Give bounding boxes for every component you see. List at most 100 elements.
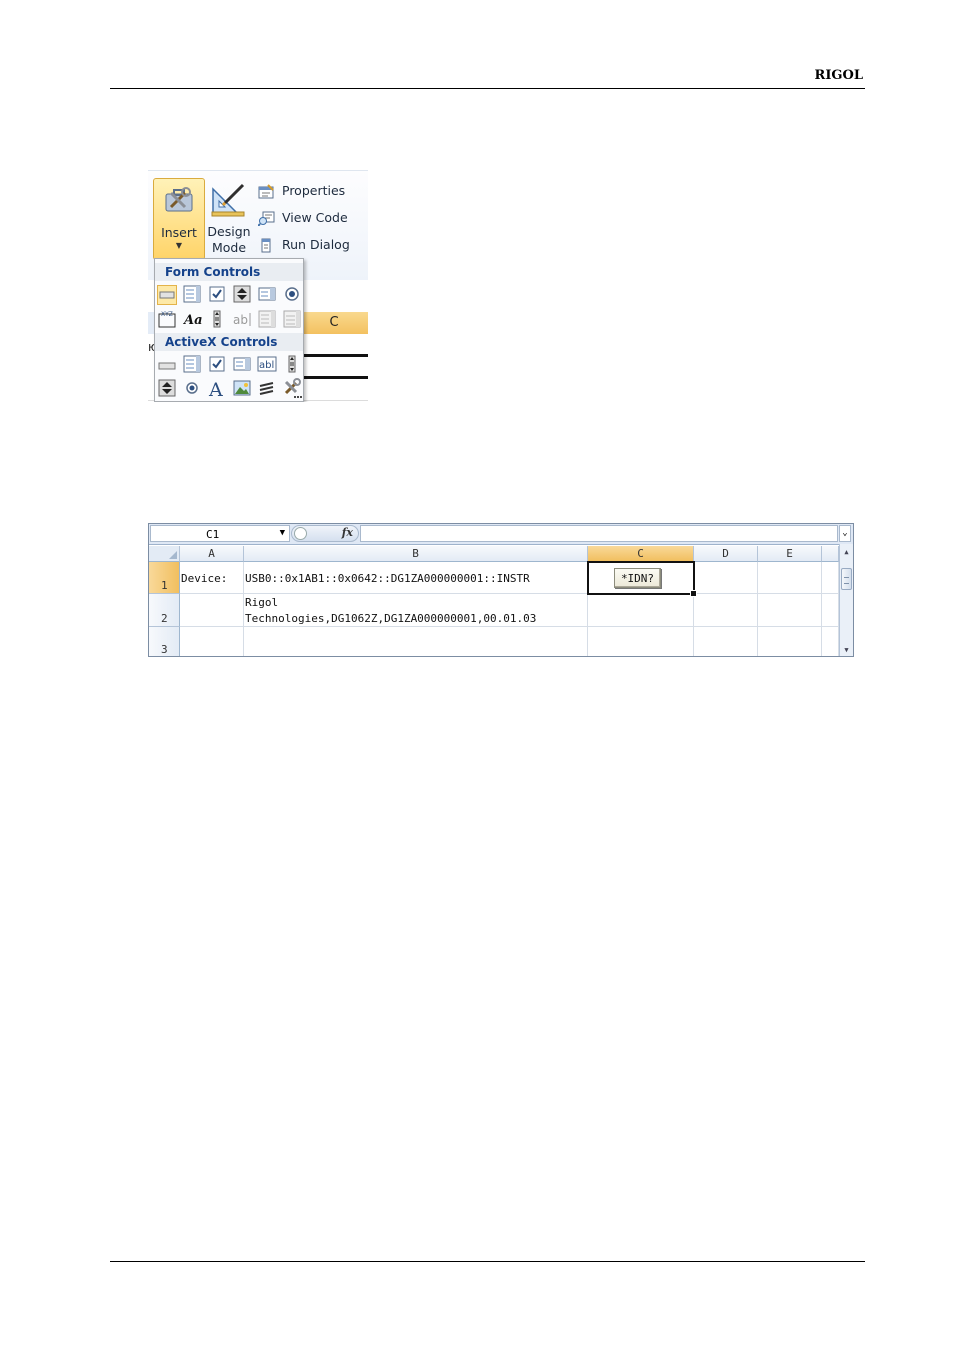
spin-button-icon[interactable] <box>232 284 252 304</box>
column-header-c[interactable]: C <box>588 546 694 562</box>
cell-d2[interactable] <box>694 594 758 627</box>
group-box-icon[interactable]: XYZ <box>157 309 177 329</box>
row-header-1[interactable]: 1 <box>149 562 180 594</box>
row-header-2[interactable]: 2 <box>149 594 180 627</box>
idn-query-button[interactable]: *IDN? <box>614 568 661 588</box>
vertical-scrollbar[interactable]: ▲ ▼ <box>839 544 853 656</box>
formula-bar: C1 ▼ fx ⌄ <box>149 524 853 545</box>
activex-option-button-icon[interactable] <box>182 378 202 398</box>
design-label-line2: Mode <box>211 240 247 255</box>
expand-formula-bar-icon[interactable]: ⌄ <box>839 525 851 542</box>
label-control-icon[interactable]: Aa <box>182 309 202 329</box>
column-header-d[interactable]: D <box>694 546 758 562</box>
run-dialog-button[interactable]: Run Dialog <box>258 236 368 256</box>
insert-button[interactable]: Insert ▼ <box>153 178 205 260</box>
svg-text:abl: abl <box>259 360 274 371</box>
combo-box-icon[interactable] <box>182 284 202 304</box>
select-all-corner[interactable] <box>149 546 180 562</box>
insert-label: Insert <box>161 225 197 240</box>
cell-b2[interactable]: Rigol Technologies,DG1062Z,DG1ZA00000000… <box>244 594 588 627</box>
run-dialog-label: Run Dialog <box>282 237 350 252</box>
chevron-down-icon: ▼ <box>175 241 183 250</box>
form-controls-heading: Form Controls <box>155 263 303 281</box>
activex-toggle-button-icon[interactable] <box>257 378 277 398</box>
ribbon-figure: Insert ▼ Design Mode Properties View Cod… <box>148 170 368 402</box>
cell-b3[interactable] <box>244 627 588 656</box>
toolbox-icon <box>165 187 193 212</box>
activex-image-icon[interactable] <box>232 378 252 398</box>
activex-text-box-icon[interactable]: abl <box>257 354 277 374</box>
cell-f1[interactable] <box>822 562 839 594</box>
cell-e3[interactable] <box>758 627 822 656</box>
column-header-f[interactable] <box>822 546 839 562</box>
design-label-line1: Design <box>207 224 251 239</box>
cell-e2[interactable] <box>758 594 822 627</box>
activex-spin-button-icon[interactable] <box>157 378 177 398</box>
scroll-down-icon[interactable]: ▼ <box>840 645 853 655</box>
footer-rule <box>110 1261 865 1262</box>
cell-c2[interactable] <box>588 594 694 627</box>
cell-d1[interactable] <box>694 562 758 594</box>
activex-label-icon[interactable]: A <box>207 378 227 398</box>
cell-a3[interactable] <box>180 627 244 656</box>
column-header-a[interactable]: A <box>180 546 244 562</box>
svg-text:A: A <box>208 379 223 398</box>
cell-e1[interactable] <box>758 562 822 594</box>
view-code-icon <box>258 211 275 226</box>
properties-button[interactable]: Properties <box>258 182 368 202</box>
activex-checkbox-icon[interactable] <box>207 354 227 374</box>
name-box[interactable]: C1 ▼ <box>150 525 290 542</box>
cell-b2-line1: Rigol <box>245 596 279 609</box>
cell-b2-line2: Technologies,DG1062Z,DG1ZA000000001,00.0… <box>245 612 537 625</box>
option-button-icon[interactable] <box>282 284 302 304</box>
cell-c3[interactable] <box>588 627 694 656</box>
cell-a2[interactable] <box>180 594 244 627</box>
column-header-e[interactable]: E <box>758 546 822 562</box>
view-code-button[interactable]: View Code <box>258 209 368 229</box>
activex-list-box-icon[interactable] <box>232 354 252 374</box>
column-header-b[interactable]: B <box>244 546 588 562</box>
properties-label: Properties <box>282 183 346 198</box>
insert-function-button[interactable]: fx <box>342 526 353 539</box>
command-button-icon[interactable] <box>157 355 177 375</box>
insert-controls-dropdown: Form Controls XYZ Aa ab ActiveX Controls… <box>154 258 304 402</box>
scroll-thumb[interactable] <box>841 568 852 590</box>
cell-border <box>298 376 368 379</box>
header-rule <box>110 88 865 89</box>
combo-dropdown-edit-icon[interactable] <box>282 309 302 329</box>
text-field-icon[interactable]: ab <box>232 309 252 329</box>
design-mode-button[interactable]: Design Mode <box>206 181 252 261</box>
svg-text:Aa: Aa <box>182 313 202 328</box>
scroll-bar-icon[interactable] <box>207 309 227 329</box>
combo-list-edit-icon[interactable] <box>257 309 277 329</box>
cell-border <box>298 354 368 357</box>
activex-combo-box-icon[interactable] <box>182 354 202 374</box>
name-box-value: C1 <box>206 528 220 541</box>
chevron-down-icon[interactable]: ▼ <box>280 525 285 542</box>
list-box-icon[interactable] <box>257 284 277 304</box>
cell-d3[interactable] <box>694 627 758 656</box>
properties-icon <box>258 184 274 199</box>
svg-text:ab: ab <box>233 313 248 327</box>
view-code-label: View Code <box>282 210 348 225</box>
more-controls-icon[interactable] <box>282 378 302 398</box>
cell-b1[interactable]: USB0::0x1AB1::0x0642::DG1ZA000000001::IN… <box>244 562 588 594</box>
activex-scroll-bar-icon[interactable] <box>282 354 302 374</box>
checkbox-icon[interactable] <box>207 284 227 304</box>
cell-a1[interactable]: Device: <box>180 562 244 594</box>
insert-function-area: fx <box>291 525 359 542</box>
svg-text:XYZ: XYZ <box>161 311 173 318</box>
design-mode-icon <box>211 183 245 217</box>
cell-f2[interactable] <box>822 594 839 627</box>
cell-f3[interactable] <box>822 627 839 656</box>
activex-controls-heading: ActiveX Controls <box>155 333 303 351</box>
formula-bar-circle-icon[interactable] <box>294 527 307 540</box>
run-dialog-icon <box>261 238 271 253</box>
scroll-up-icon[interactable]: ▲ <box>840 546 853 558</box>
brand-header: RIGOL <box>814 68 863 83</box>
button-form-control-icon[interactable] <box>157 285 177 305</box>
formula-input[interactable] <box>360 525 838 542</box>
row-header-3[interactable]: 3 <box>149 627 180 656</box>
column-c-header[interactable]: C <box>298 312 368 334</box>
spreadsheet-figure: C1 ▼ fx ⌄ A B C D E 1 2 3 Device: USB0::… <box>148 523 854 657</box>
